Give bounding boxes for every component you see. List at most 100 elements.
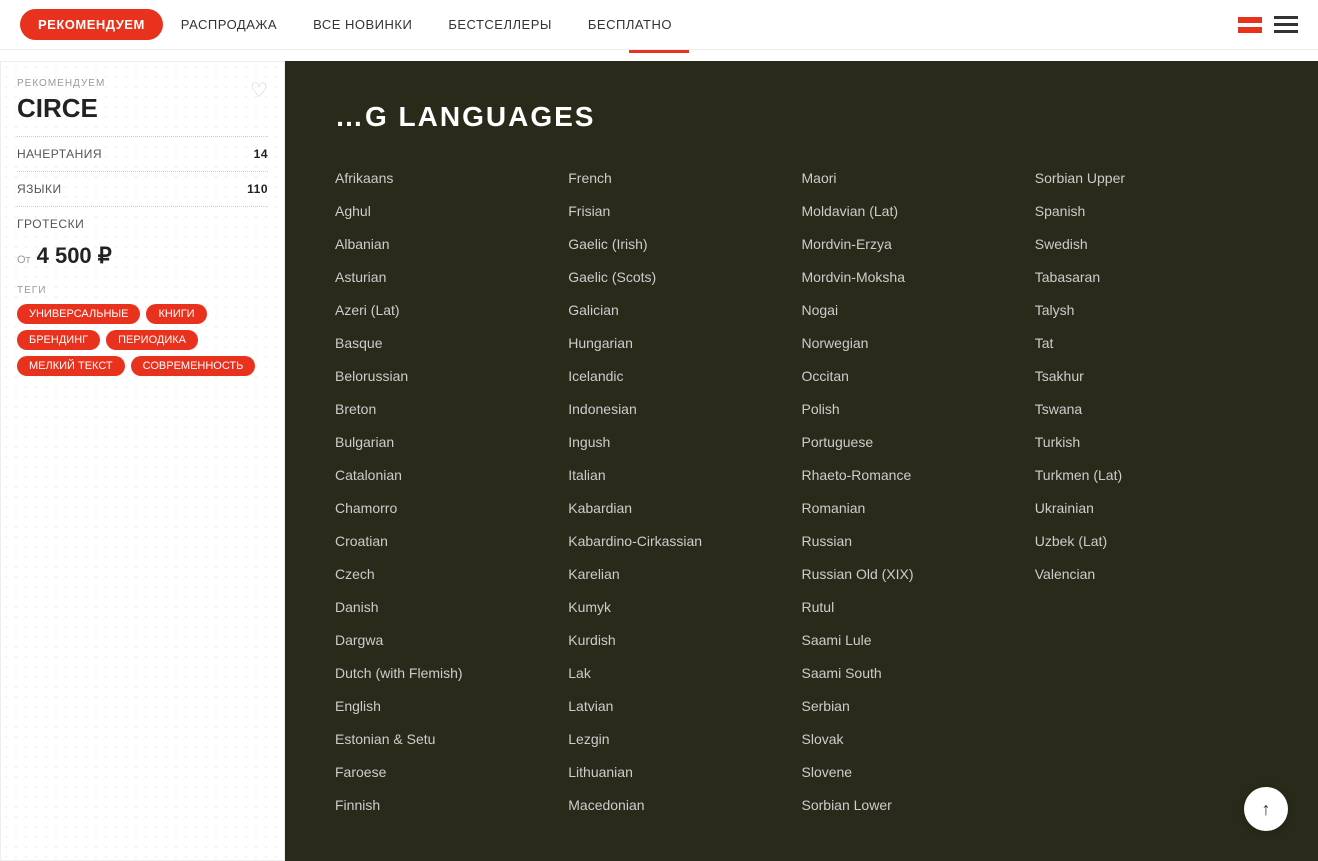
language-item: Lithuanian [568, 757, 801, 788]
language-item: Saami Lule [802, 625, 1035, 656]
tag[interactable]: БРЕНДИНГ [17, 330, 100, 350]
language-item: Breton [335, 394, 568, 425]
left-panel: РЕКОМЕНДУЕМ CIRCE ♡ НАЧЕРТАНИЯ 14 ЯЗЫКИ … [0, 61, 285, 861]
language-item: Rhaeto-Romance [802, 460, 1035, 491]
card-label: РЕКОМЕНДУЕМ [17, 78, 268, 89]
language-item: Maori [802, 163, 1035, 194]
language-item: Gaelic (Irish) [568, 229, 801, 260]
language-item: Tsakhur [1035, 361, 1268, 392]
language-item: Albanian [335, 229, 568, 260]
language-item: Catalonian [335, 460, 568, 491]
language-item: Talysh [1035, 295, 1268, 326]
language-item: Norwegian [802, 328, 1035, 359]
language-item: Slovak [802, 724, 1035, 755]
language-item: Tat [1035, 328, 1268, 359]
language-item: Frisian [568, 196, 801, 227]
language-item: Gaelic (Scots) [568, 262, 801, 293]
language-item: Faroese [335, 757, 568, 788]
language-item: Finnish [335, 790, 568, 821]
scroll-up-button[interactable]: ↑ [1244, 787, 1288, 831]
card-divider-2 [17, 171, 268, 172]
language-item: Latvian [568, 691, 801, 722]
language-item: Swedish [1035, 229, 1268, 260]
language-item: Aghul [335, 196, 568, 227]
card-title: CIRCE [17, 93, 268, 124]
specs-value-1: 14 [254, 147, 268, 161]
tag[interactable]: УНИВЕРСАЛЬНЫЕ [17, 304, 140, 324]
language-item: Lak [568, 658, 801, 689]
language-item: Karelian [568, 559, 801, 590]
language-item: Sorbian Lower [802, 790, 1035, 821]
tags-label: ТЕГИ [17, 285, 268, 296]
languages-grid: AfrikaansAghulAlbanianAsturianAzeri (Lat… [335, 163, 1268, 821]
card-row-specs1: НАЧЕРТАНИЯ 14 [17, 143, 268, 165]
free-button[interactable]: БЕСПЛАТНО [570, 9, 690, 40]
language-item: Kurdish [568, 625, 801, 656]
accent-line [629, 50, 689, 53]
language-item: Dutch (with Flemish) [335, 658, 568, 689]
language-item: Estonian & Setu [335, 724, 568, 755]
bestsellers-button[interactable]: БЕСТСЕЛЛЕРЫ [430, 9, 570, 40]
language-item: Indonesian [568, 394, 801, 425]
heart-icon[interactable]: ♡ [250, 78, 268, 103]
language-item: Kumyk [568, 592, 801, 623]
new-button[interactable]: ВСЕ НОВИНКИ [295, 9, 430, 40]
language-item: Asturian [335, 262, 568, 293]
language-item: Kabardino-Cirkassian [568, 526, 801, 557]
main-content: РЕКОМЕНДУЕМ CIRCE ♡ НАЧЕРТАНИЯ 14 ЯЗЫКИ … [0, 61, 1318, 861]
menu-icon[interactable] [1274, 16, 1298, 34]
language-item: Belorussian [335, 361, 568, 392]
language-item: Hungarian [568, 328, 801, 359]
right-panel: …G LANGUAGES AfrikaansAghulAlbanianAstur… [285, 61, 1318, 861]
language-item: Macedonian [568, 790, 801, 821]
language-item: Chamorro [335, 493, 568, 524]
language-item: Lezgin [568, 724, 801, 755]
language-item: Slovene [802, 757, 1035, 788]
language-item: Polish [802, 394, 1035, 425]
language-item: Russian Old (XIX) [802, 559, 1035, 590]
sale-button[interactable]: РАСПРОДАЖА [163, 9, 295, 40]
specs-value-2: 110 [247, 182, 268, 196]
language-item: Spanish [1035, 196, 1268, 227]
price: 4 500 ₽ [37, 243, 112, 269]
language-item: Italian [568, 460, 801, 491]
card-divider-3 [17, 206, 268, 207]
language-item: Icelandic [568, 361, 801, 392]
specs-label-3: ГРОТЕСКИ [17, 217, 84, 231]
language-item: Nogai [802, 295, 1035, 326]
card-price-row: От 4 500 ₽ [17, 235, 268, 277]
tag[interactable]: КНИГИ [146, 304, 206, 324]
nav-right [1238, 16, 1298, 34]
language-item: Russian [802, 526, 1035, 557]
card-row-specs2: ЯЗЫКИ 110 [17, 178, 268, 200]
language-item: Mordvin-Erzya [802, 229, 1035, 260]
tag[interactable]: СОВРЕМЕННОСТЬ [131, 356, 256, 376]
language-item: Ukrainian [1035, 493, 1268, 524]
lang-col-3: MaoriMoldavian (Lat)Mordvin-ErzyaMordvin… [802, 163, 1035, 821]
nav-bar: РЕКОМЕНДУЕМ РАСПРОДАЖА ВСЕ НОВИНКИ БЕСТС… [0, 0, 1318, 50]
flag-icon[interactable] [1238, 17, 1262, 33]
language-item: Portuguese [802, 427, 1035, 458]
language-item: Czech [335, 559, 568, 590]
specs-label-2: ЯЗЫКИ [17, 182, 62, 196]
language-item: Croatian [335, 526, 568, 557]
tag[interactable]: ПЕРИОДИКА [106, 330, 198, 350]
language-item: French [568, 163, 801, 194]
featured-button[interactable]: РЕКОМЕНДУЕМ [20, 9, 163, 40]
lang-col-2: FrenchFrisianGaelic (Irish)Gaelic (Scots… [568, 163, 801, 821]
section-title-text: …G LANGUAGES [335, 101, 595, 132]
language-item: Danish [335, 592, 568, 623]
language-item: Occitan [802, 361, 1035, 392]
section-title: …G LANGUAGES [335, 101, 1268, 133]
nav-left: РЕКОМЕНДУЕМ РАСПРОДАЖА ВСЕ НОВИНКИ БЕСТС… [20, 9, 690, 40]
language-item: Afrikaans [335, 163, 568, 194]
language-item: Azeri (Lat) [335, 295, 568, 326]
lang-col-4: Sorbian UpperSpanishSwedishTabasaranTaly… [1035, 163, 1268, 821]
language-item: Moldavian (Lat) [802, 196, 1035, 227]
language-item: Saami South [802, 658, 1035, 689]
language-item: Turkmen (Lat) [1035, 460, 1268, 491]
language-item: Galician [568, 295, 801, 326]
language-item: Bulgarian [335, 427, 568, 458]
tag[interactable]: МЕЛКИЙ ТЕКСТ [17, 356, 125, 376]
lang-col-1: AfrikaansAghulAlbanianAsturianAzeri (Lat… [335, 163, 568, 821]
